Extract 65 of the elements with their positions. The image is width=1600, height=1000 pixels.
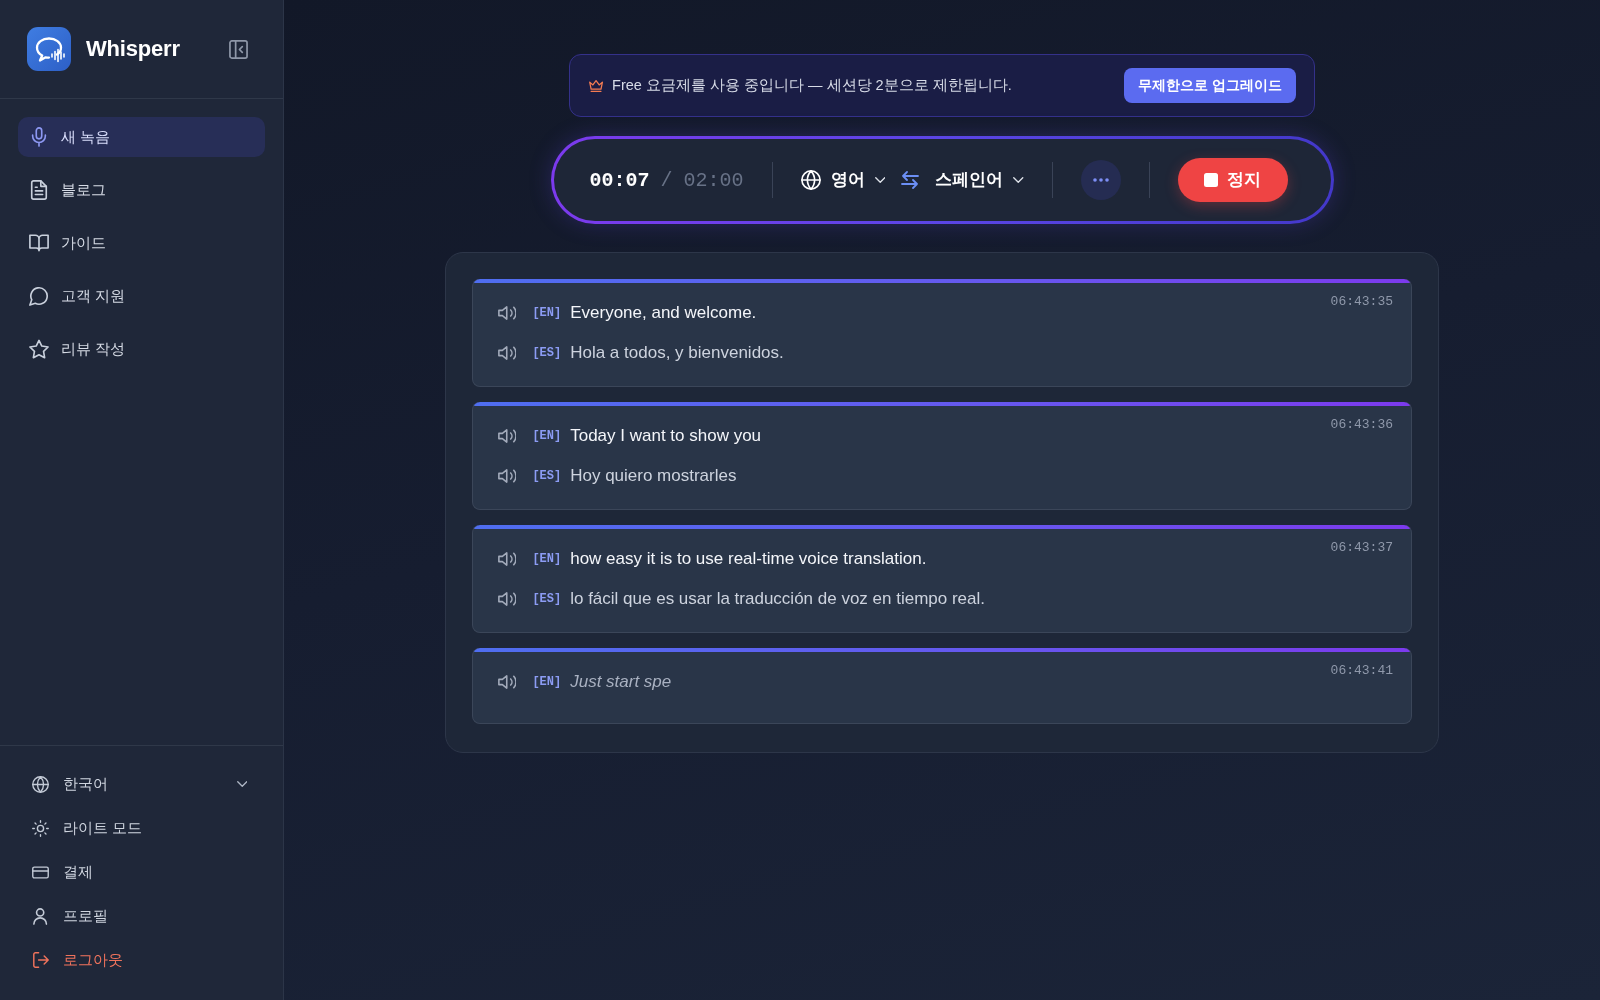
language-tag: [ES]	[532, 346, 562, 360]
speaker-icon[interactable]	[498, 429, 517, 443]
target-language-select[interactable]: 스페인어	[935, 162, 1024, 198]
timestamp: 06:43:41	[1330, 663, 1393, 678]
stop-square-icon	[1204, 173, 1219, 187]
speaker-icon[interactable]	[498, 552, 517, 566]
panel-collapse-icon[interactable]	[229, 39, 248, 59]
language-tag: [EN]	[532, 675, 562, 689]
transcript-text: Just start spe	[570, 672, 672, 692]
globe-icon	[800, 170, 821, 190]
mic-icon	[29, 127, 49, 147]
sun-icon	[32, 819, 49, 837]
chevron-down-icon	[1013, 177, 1024, 183]
speaker-icon[interactable]	[498, 675, 517, 689]
upgrade-button[interactable]: 무제한으로 업그레이드	[1124, 68, 1296, 103]
transcript-text: how easy it is to use real-time voice translation.	[570, 549, 927, 569]
swap-arrows-icon[interactable]	[901, 171, 920, 189]
more-button[interactable]	[1080, 160, 1121, 200]
speaker-icon[interactable]	[498, 306, 517, 320]
star-icon	[29, 339, 49, 359]
sidebar-link[interactable]: 프로필	[18, 894, 265, 938]
transcript-text: lo fácil que es usar la traducción de voz en tiempo real.	[570, 589, 986, 609]
stop-button[interactable]: 정지	[1177, 158, 1288, 202]
source-language-select[interactable]: 영어	[800, 162, 886, 198]
sidebar-link[interactable]: 결제	[18, 850, 265, 894]
nav-item[interactable]: 가이드	[18, 223, 265, 263]
plan-notice-text: Free 요금제를 사용 중입니다 — 세션당 2분으로 제한됩니다.	[612, 76, 1013, 95]
transcript-text: Hoy quiero mostrarles	[570, 466, 737, 486]
person-icon	[33, 907, 48, 925]
brand-name: Whisperr	[86, 36, 180, 62]
language-select[interactable]: 한국어	[18, 762, 265, 806]
document-icon	[29, 180, 49, 200]
credit-card-icon	[32, 863, 49, 881]
time-separator: /	[660, 168, 673, 192]
book-icon	[29, 233, 49, 253]
time-limit: 02:00	[683, 168, 744, 192]
speech-bubble-icon	[29, 286, 49, 306]
elapsed-time: 00:07	[589, 168, 650, 192]
transcript-text: Hola a todos, y bienvenidos.	[570, 343, 784, 363]
speaker-icon[interactable]	[498, 592, 517, 606]
nav-item[interactable]: 고객 지원	[18, 276, 265, 316]
language-tag: [ES]	[532, 469, 562, 483]
language-tag: [EN]	[532, 306, 562, 320]
timestamp: 06:43:35	[1330, 294, 1393, 309]
transcript-text: Today I want to show you	[570, 426, 762, 446]
timestamp: 06:43:37	[1330, 540, 1393, 555]
logo-icon	[27, 27, 71, 71]
chevron-down-icon	[236, 781, 247, 787]
transcript-text: Everyone, and welcome.	[570, 303, 757, 323]
exit-arrow-icon	[32, 952, 49, 968]
timestamp: 06:43:36	[1330, 417, 1393, 432]
crown-icon	[589, 79, 604, 92]
nav-item[interactable]: 블로그	[18, 170, 265, 210]
language-tag: [EN]	[532, 552, 562, 566]
chevron-down-icon	[874, 177, 886, 183]
speaker-icon[interactable]	[498, 346, 517, 360]
globe-icon	[32, 775, 49, 793]
nav-item[interactable]: 리뷰 작성	[18, 329, 265, 369]
nav-item[interactable]: 새 녹음	[18, 117, 265, 157]
sidebar-link[interactable]: 라이트 모드	[18, 806, 265, 850]
language-tag: [ES]	[532, 592, 562, 606]
speaker-icon[interactable]	[498, 469, 517, 483]
language-tag: [EN]	[532, 429, 562, 443]
logout-link[interactable]: 로그아웃	[18, 938, 265, 982]
dots-icon	[1092, 178, 1109, 182]
